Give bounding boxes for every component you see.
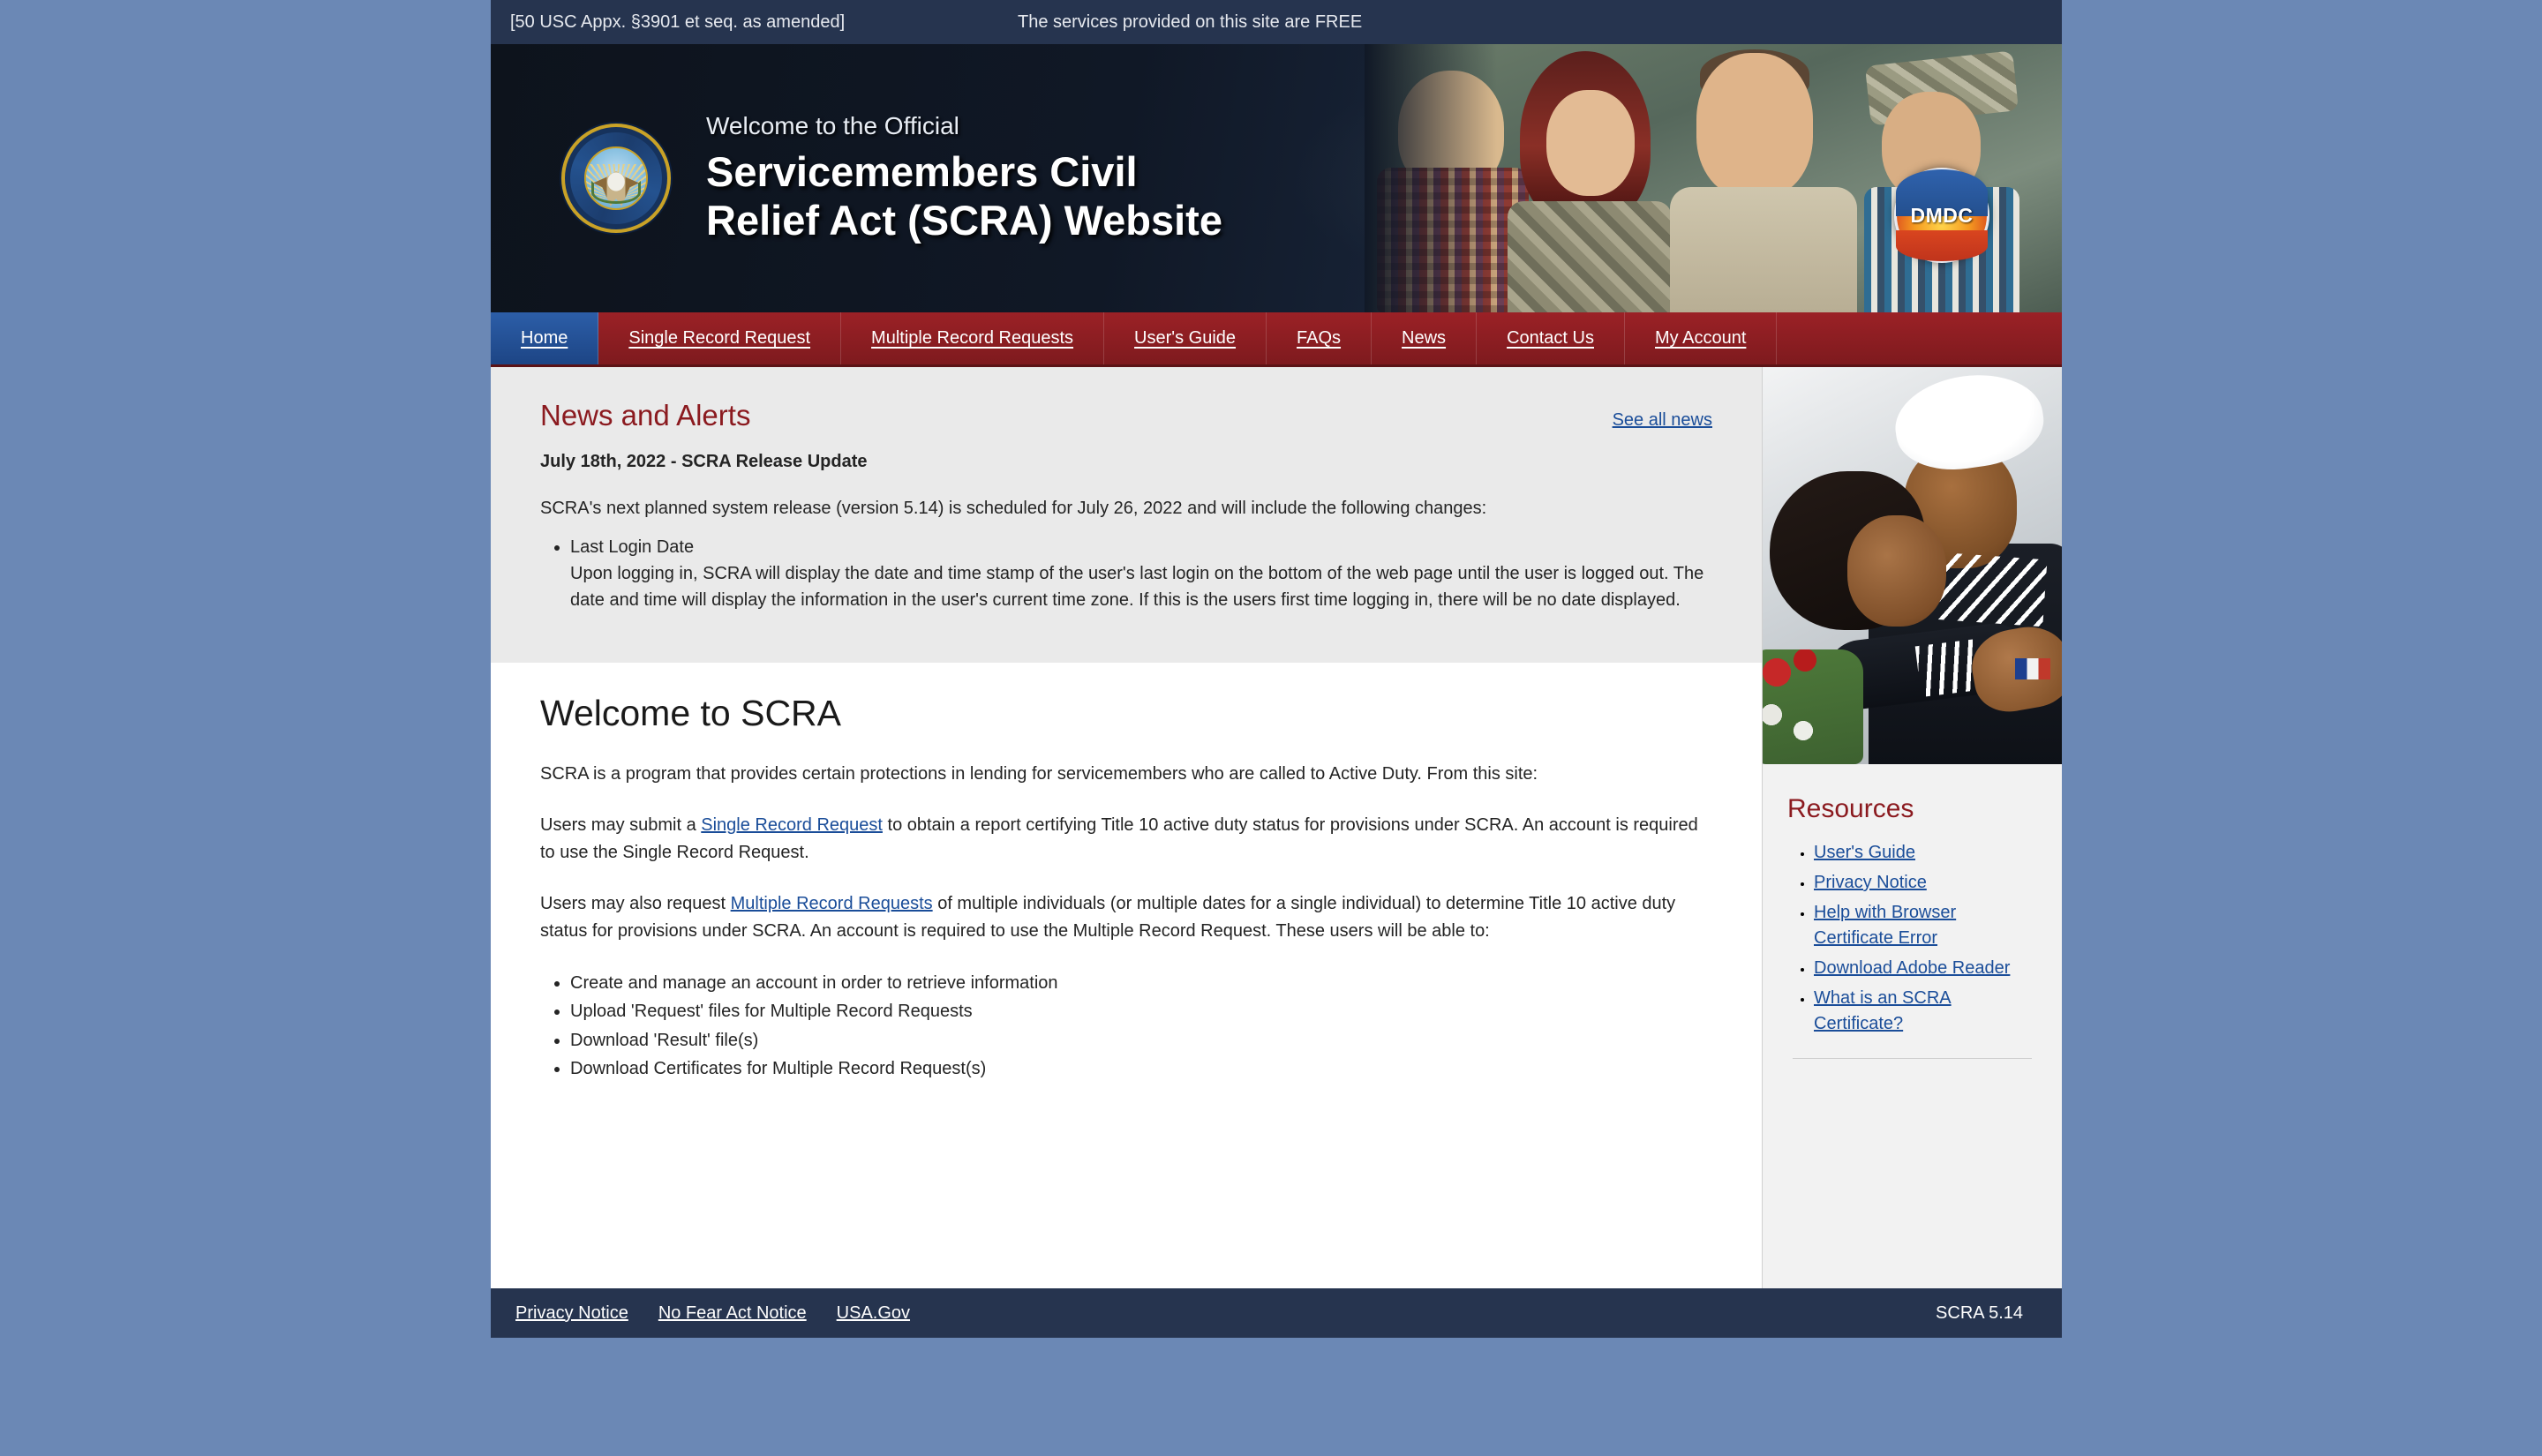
main-navigation: Home Single Record Request Multiple Reco… bbox=[491, 312, 2062, 367]
list-item: Create and manage an account in order to… bbox=[570, 969, 1712, 997]
resource-link-browser-certificate-help[interactable]: Help with Browser Certificate Error bbox=[1814, 903, 1956, 948]
multiple-record-requests-link[interactable]: Multiple Record Requests bbox=[731, 894, 933, 913]
resources-divider bbox=[1793, 1058, 2032, 1059]
dod-seal-icon bbox=[561, 124, 671, 233]
news-change-list: Last Login Date Upon logging in, SCRA wi… bbox=[540, 534, 1712, 613]
resources-heading: Resources bbox=[1787, 794, 1914, 823]
list-item: Help with Browser Certificate Error bbox=[1814, 900, 2037, 951]
sidebar-column: Resources User's Guide Privacy Notice He… bbox=[1762, 367, 2062, 1288]
page-title: Welcome to SCRA bbox=[540, 693, 842, 733]
nav-item-home[interactable]: Home bbox=[491, 312, 599, 364]
site-footer: Privacy Notice No Fear Act Notice USA.Go… bbox=[491, 1288, 2062, 1338]
resources-list: User's Guide Privacy Notice Help with Br… bbox=[1787, 840, 2037, 1037]
resources-panel: Resources User's Guide Privacy Notice He… bbox=[1763, 764, 2062, 1059]
footer-link-no-fear-act-notice[interactable]: No Fear Act Notice bbox=[658, 1303, 807, 1324]
resource-link-privacy-notice[interactable]: Privacy Notice bbox=[1814, 873, 1927, 892]
nav-item-contact-us[interactable]: Contact Us bbox=[1477, 312, 1625, 364]
nav-item-users-guide[interactable]: User's Guide bbox=[1104, 312, 1267, 364]
resource-link-what-is-scra-certificate[interactable]: What is an SCRA Certificate? bbox=[1814, 988, 1952, 1033]
banner-title-line1: Servicemembers Civil bbox=[706, 147, 1138, 195]
resource-link-users-guide[interactable]: User's Guide bbox=[1814, 843, 1915, 862]
page-content: News and Alerts See all news July 18th, … bbox=[491, 367, 2062, 1288]
nav-item-faqs[interactable]: FAQs bbox=[1267, 312, 1373, 364]
news-heading: News and Alerts bbox=[540, 399, 751, 432]
nav-item-single-record-request[interactable]: Single Record Request bbox=[598, 312, 842, 364]
list-item: Download Certificates for Multiple Recor… bbox=[570, 1054, 1712, 1083]
welcome-section: Welcome to SCRA SCRA is a program that p… bbox=[491, 663, 1762, 1288]
resource-link-download-adobe-reader[interactable]: Download Adobe Reader bbox=[1814, 958, 2010, 978]
dmdc-label: DMDC bbox=[1910, 203, 1974, 227]
single-record-paragraph: Users may submit a Single Record Request… bbox=[540, 812, 1712, 866]
site-page: [50 USC Appx. §3901 et seq. as amended] … bbox=[491, 0, 2062, 1338]
footer-links: Privacy Notice No Fear Act Notice USA.Go… bbox=[515, 1303, 1936, 1324]
list-item: User's Guide bbox=[1814, 840, 2037, 866]
nav-item-multiple-record-requests[interactable]: Multiple Record Requests bbox=[841, 312, 1105, 364]
main-column: News and Alerts See all news July 18th, … bbox=[491, 367, 1762, 1288]
free-services-notice: The services provided on this site are F… bbox=[1018, 11, 1363, 32]
news-change-item: Last Login Date Upon logging in, SCRA wi… bbox=[570, 534, 1712, 613]
sailor-reunion-photo bbox=[1763, 367, 2062, 764]
banner-text: Welcome to the Official Servicemembers C… bbox=[706, 112, 1222, 245]
single-record-request-link[interactable]: Single Record Request bbox=[701, 815, 883, 835]
see-all-news-link[interactable]: See all news bbox=[1613, 410, 1712, 431]
legal-topbar: [50 USC Appx. §3901 et seq. as amended] … bbox=[491, 0, 2062, 44]
multiple-record-paragraph: Users may also request Multiple Record R… bbox=[540, 890, 1712, 944]
usc-citation: [50 USC Appx. §3901 et seq. as amended] bbox=[510, 11, 846, 32]
banner-welcome-line: Welcome to the Official bbox=[706, 111, 959, 139]
news-bullet-title: Last Login Date bbox=[570, 537, 695, 557]
news-bullet-detail: Upon logging in, SCRA will display the d… bbox=[570, 564, 1704, 610]
nav-item-my-account[interactable]: My Account bbox=[1625, 312, 1778, 364]
nav-item-news[interactable]: News bbox=[1372, 312, 1478, 364]
list-item: Upload 'Request' files for Multiple Reco… bbox=[570, 997, 1712, 1025]
site-banner: Welcome to the Official Servicemembers C… bbox=[491, 44, 2062, 312]
multiple-record-pre-text: Users may also request bbox=[540, 894, 731, 914]
capabilities-list: Create and manage an account in order to… bbox=[540, 969, 1712, 1084]
footer-link-usa-gov[interactable]: USA.Gov bbox=[837, 1303, 910, 1324]
dmdc-logo-icon: DMDC bbox=[1894, 168, 1989, 263]
news-and-alerts-panel: News and Alerts See all news July 18th, … bbox=[491, 367, 1762, 663]
single-record-pre-text: Users may submit a bbox=[540, 815, 702, 836]
list-item: What is an SCRA Certificate? bbox=[1814, 986, 2037, 1037]
list-item: Download 'Result' file(s) bbox=[570, 1026, 1712, 1054]
app-version-label: SCRA 5.14 bbox=[1936, 1302, 2023, 1323]
news-entry-date-title: July 18th, 2022 - SCRA Release Update bbox=[540, 452, 868, 471]
list-item: Download Adobe Reader bbox=[1814, 956, 2037, 981]
news-entry-intro: SCRA's next planned system release (vers… bbox=[540, 499, 1487, 518]
footer-link-privacy-notice[interactable]: Privacy Notice bbox=[515, 1303, 628, 1324]
welcome-intro-paragraph: SCRA is a program that provides certain … bbox=[540, 764, 1538, 784]
list-item: Privacy Notice bbox=[1814, 870, 2037, 896]
banner-title-line2: Relief Act (SCRA) Website bbox=[706, 197, 1222, 244]
